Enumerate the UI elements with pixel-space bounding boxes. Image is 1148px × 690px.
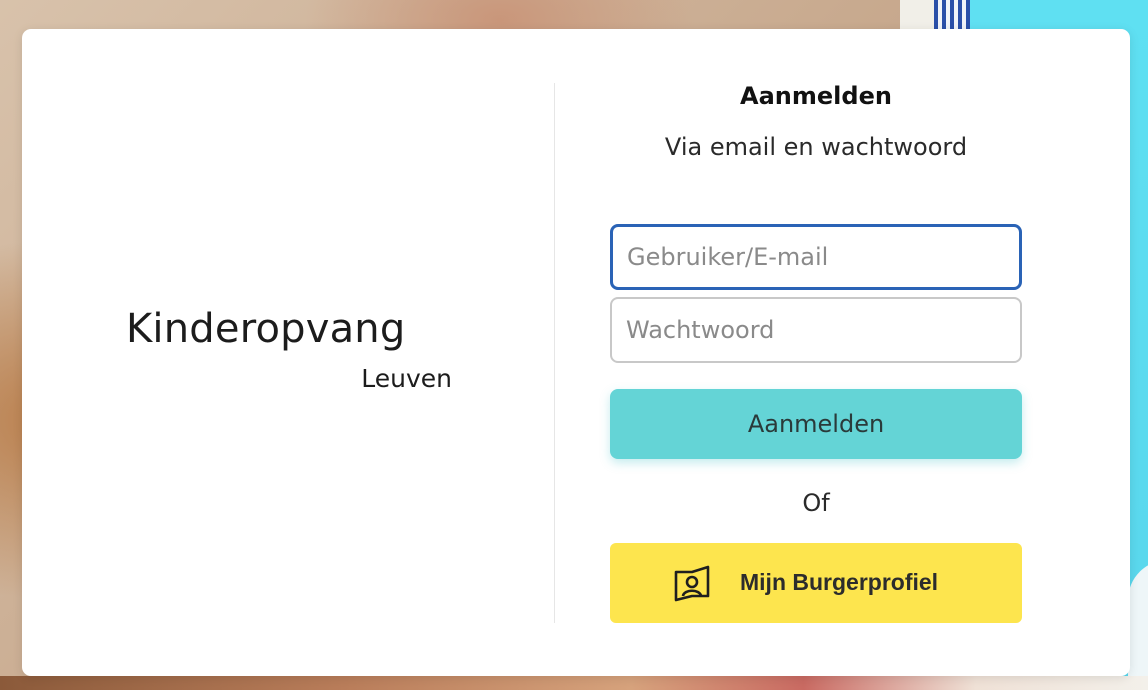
login-button[interactable]: Aanmelden — [610, 389, 1022, 459]
background-bottom-strip — [0, 676, 1148, 690]
or-separator: Of — [802, 489, 830, 517]
login-card: Kinderopvang Leuven Aanmelden Via email … — [22, 29, 1130, 676]
login-panel: Aanmelden Via email en wachtwoord Aanmel… — [610, 29, 1022, 676]
password-input[interactable] — [610, 297, 1022, 363]
login-title: Aanmelden — [740, 82, 892, 110]
burgerprofiel-button[interactable]: Mijn Burgerprofiel — [610, 543, 1022, 623]
brand-logo: Kinderopvang Leuven — [122, 301, 454, 401]
username-input[interactable] — [610, 224, 1022, 290]
brand-name: Kinderopvang — [126, 306, 406, 352]
brand-city: Leuven — [361, 364, 452, 393]
background-stripes — [934, 0, 970, 32]
burgerprofiel-icon — [672, 563, 712, 603]
vertical-divider — [554, 83, 555, 623]
burgerprofiel-label: Mijn Burgerprofiel — [740, 569, 939, 595]
login-subtitle: Via email en wachtwoord — [664, 133, 968, 161]
